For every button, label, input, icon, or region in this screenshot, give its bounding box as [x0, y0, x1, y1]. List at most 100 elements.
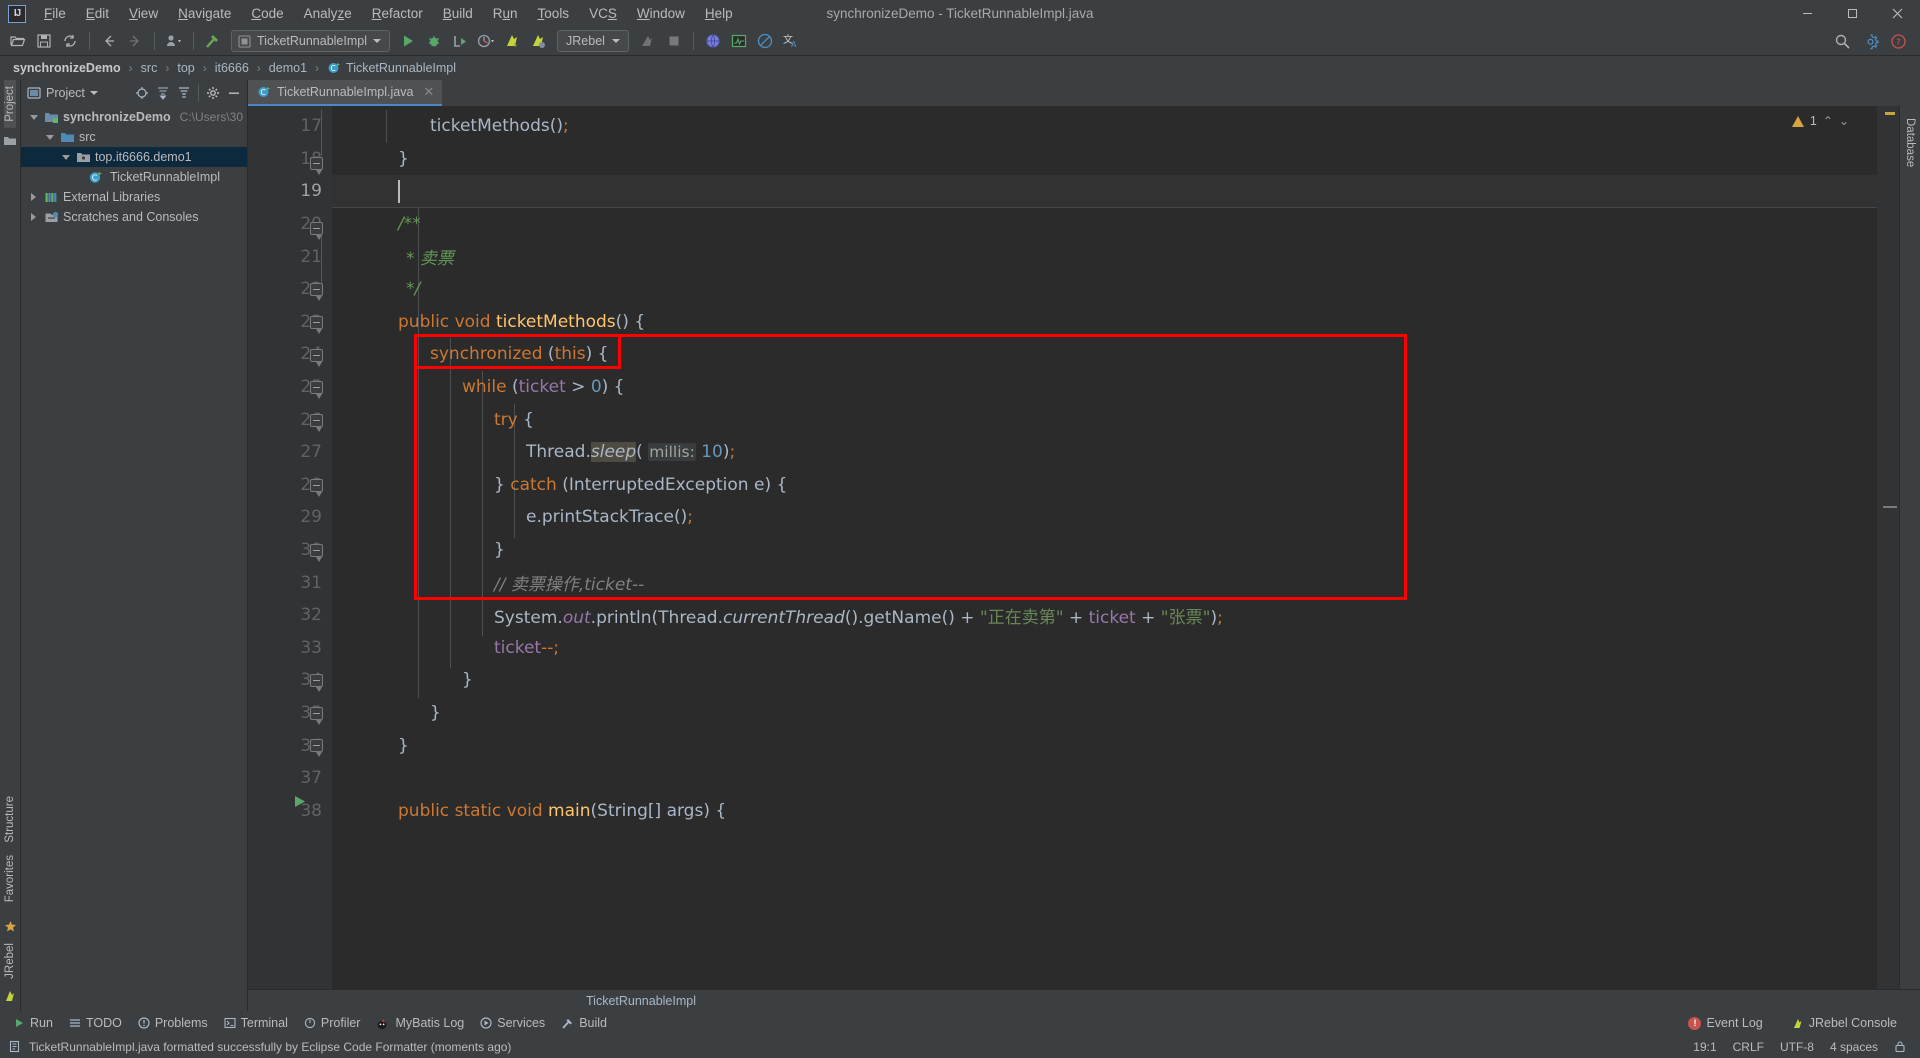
- caret-position[interactable]: 19:1: [1693, 1040, 1716, 1054]
- editor-gutter[interactable]: 17 18 19 20 21 22 23 24 25 26 27 28 29 3…: [248, 106, 332, 989]
- breadcrumb-item-src[interactable]: src: [136, 59, 163, 77]
- code-line-23[interactable]: public void ticketMethods() {: [332, 306, 1877, 339]
- expand-toggle-4[interactable]: [27, 193, 40, 201]
- tree-item-external-libraries[interactable]: External Libraries: [21, 187, 247, 207]
- tree-item-src[interactable]: src: [21, 127, 247, 147]
- fold-marker-22[interactable]: [310, 283, 323, 301]
- code-line-19[interactable]: [332, 175, 1877, 208]
- menu-item-refactor[interactable]: Refactor: [362, 2, 433, 25]
- bottom-tab-profiler[interactable]: Profiler: [297, 1014, 368, 1032]
- menu-item-run[interactable]: Run: [483, 2, 528, 25]
- help-icon[interactable]: ?: [1886, 29, 1910, 53]
- profile-dropdown-icon[interactable]: [162, 29, 186, 53]
- lock-icon[interactable]: [1894, 1040, 1906, 1053]
- menu-item-code[interactable]: Code: [241, 2, 293, 25]
- chevron-up-icon[interactable]: ⌃: [1823, 114, 1833, 128]
- code-line-29[interactable]: e.printStackTrace();: [332, 501, 1877, 534]
- code-line-37[interactable]: [332, 762, 1877, 795]
- editor-breadcrumb-class[interactable]: TicketRunnableImpl: [586, 994, 696, 1008]
- bottom-tab-run[interactable]: Run: [6, 1014, 60, 1032]
- code-line-28[interactable]: } catch (InterruptedException e) {: [332, 469, 1877, 502]
- code-line-17[interactable]: ticketMethods();: [332, 110, 1877, 143]
- menu-item-view[interactable]: View: [119, 2, 168, 25]
- rail-button-database[interactable]: Database: [1904, 112, 1916, 173]
- code-line-20[interactable]: /**: [332, 208, 1877, 241]
- maximize-button[interactable]: [1830, 0, 1875, 27]
- bottom-tab-mybatis-log[interactable]: MyBatis Log: [369, 1014, 471, 1032]
- menu-item-edit[interactable]: Edit: [76, 2, 119, 25]
- code-line-32[interactable]: System.out.println(Thread.currentThread(…: [332, 599, 1877, 632]
- code-line-38[interactable]: public static void main(String[] args) {: [332, 794, 1877, 827]
- locate-icon[interactable]: [133, 84, 151, 102]
- code-line-18[interactable]: }: [332, 143, 1877, 176]
- translate-icon[interactable]: 文A: [779, 29, 803, 53]
- hide-panel-icon[interactable]: [225, 84, 243, 102]
- attach-profiler-icon[interactable]: [636, 29, 660, 53]
- status-message[interactable]: TicketRunnableImpl.java formatted succes…: [29, 1040, 511, 1054]
- collapse-all-icon[interactable]: [175, 84, 193, 102]
- menu-item-build[interactable]: Build: [433, 2, 483, 25]
- chevron-down-icon-inspect[interactable]: ⌄: [1839, 114, 1849, 128]
- run-coverage-icon[interactable]: [448, 29, 472, 53]
- rail-button-project[interactable]: Project: [4, 80, 16, 128]
- editor-marker-bar[interactable]: [1877, 106, 1899, 989]
- expand-toggle-5[interactable]: [27, 213, 40, 221]
- monitor-graph-icon[interactable]: [727, 29, 751, 53]
- editor-tab-TicketRunnableImpl[interactable]: C TicketRunnableImpl.java ✕: [248, 80, 443, 106]
- code-line-21[interactable]: * 卖票: [332, 240, 1877, 273]
- expand-toggle-1[interactable]: [43, 134, 56, 140]
- fold-marker-30[interactable]: [310, 544, 323, 562]
- chevron-down-icon-jrebel[interactable]: [611, 39, 620, 43]
- rail-button-jrebel[interactable]: JRebel: [4, 937, 16, 985]
- run-configuration-selector[interactable]: TicketRunnableImpl: [231, 30, 391, 52]
- search-everywhere-icon[interactable]: [1830, 29, 1854, 53]
- run-icon[interactable]: [396, 29, 420, 53]
- close-button[interactable]: [1875, 0, 1920, 27]
- chevron-down-icon[interactable]: [373, 39, 382, 43]
- save-all-icon[interactable]: [32, 29, 56, 53]
- bottom-tab-todo[interactable]: TODO: [62, 1014, 129, 1032]
- bottom-tab-problems[interactable]: Problems: [131, 1014, 215, 1032]
- fold-marker-35[interactable]: [310, 707, 323, 725]
- code-line-35[interactable]: }: [332, 697, 1877, 730]
- code-line-25[interactable]: while (ticket > 0) {: [332, 371, 1877, 404]
- build-hammer-icon[interactable]: [201, 29, 225, 53]
- debug-icon[interactable]: [422, 29, 446, 53]
- code-line-31[interactable]: // 卖票操作,ticket--: [332, 566, 1877, 599]
- menu-item-file[interactable]: File: [34, 2, 76, 25]
- fold-marker-18[interactable]: [310, 157, 323, 175]
- project-panel-title-group[interactable]: Project: [27, 86, 98, 100]
- inspection-widget[interactable]: 1 ⌃ ⌄: [1791, 114, 1849, 128]
- rail-folder-icon[interactable]: [3, 134, 17, 148]
- event-log-button[interactable]: ! Event Log: [1681, 1014, 1769, 1032]
- file-encoding[interactable]: UTF-8: [1780, 1040, 1814, 1054]
- fold-marker-28[interactable]: [310, 479, 323, 497]
- chevron-down-icon-project[interactable]: [89, 90, 98, 95]
- forward-arrow-icon[interactable]: [123, 29, 147, 53]
- code-line-30[interactable]: }: [332, 534, 1877, 567]
- tree-item-scratches[interactable]: Scratches and Consoles: [21, 207, 247, 227]
- profiler-icon[interactable]: [474, 29, 498, 53]
- back-arrow-icon[interactable]: [97, 29, 121, 53]
- jrebel-run-icon[interactable]: [500, 29, 524, 53]
- marker-warning[interactable]: [1885, 112, 1895, 115]
- line-separator[interactable]: CRLF: [1733, 1040, 1764, 1054]
- code-editor-pane[interactable]: ticketMethods(); } /** * 卖票 */ public vo…: [332, 106, 1877, 989]
- breadcrumb-item-project[interactable]: synchronizeDemo: [8, 59, 126, 77]
- expand-toggle-0[interactable]: [27, 114, 40, 120]
- jrebel-debug-icon[interactable]: [526, 29, 550, 53]
- settings-icon[interactable]: [1858, 29, 1882, 53]
- tree-item-class-TicketRunnableImpl[interactable]: C TicketRunnableImpl: [21, 167, 247, 187]
- fold-marker-20[interactable]: [310, 222, 323, 240]
- breadcrumb-item-class[interactable]: C TicketRunnableImpl: [322, 59, 461, 77]
- indent-setting[interactable]: 4 spaces: [1830, 1040, 1878, 1054]
- sync-icon[interactable]: [58, 29, 82, 53]
- breadcrumb-item-top[interactable]: top: [172, 59, 199, 77]
- fold-marker-34[interactable]: [310, 674, 323, 692]
- expand-all-icon[interactable]: [154, 84, 172, 102]
- tree-item-package-demo1[interactable]: top.it6666.demo1: [21, 147, 247, 167]
- code-line-24[interactable]: synchronized (this) {: [332, 338, 1877, 371]
- minimize-button[interactable]: [1785, 0, 1830, 27]
- menu-item-vcs[interactable]: VCS: [579, 2, 627, 25]
- bottom-tab-build[interactable]: Build: [554, 1014, 614, 1032]
